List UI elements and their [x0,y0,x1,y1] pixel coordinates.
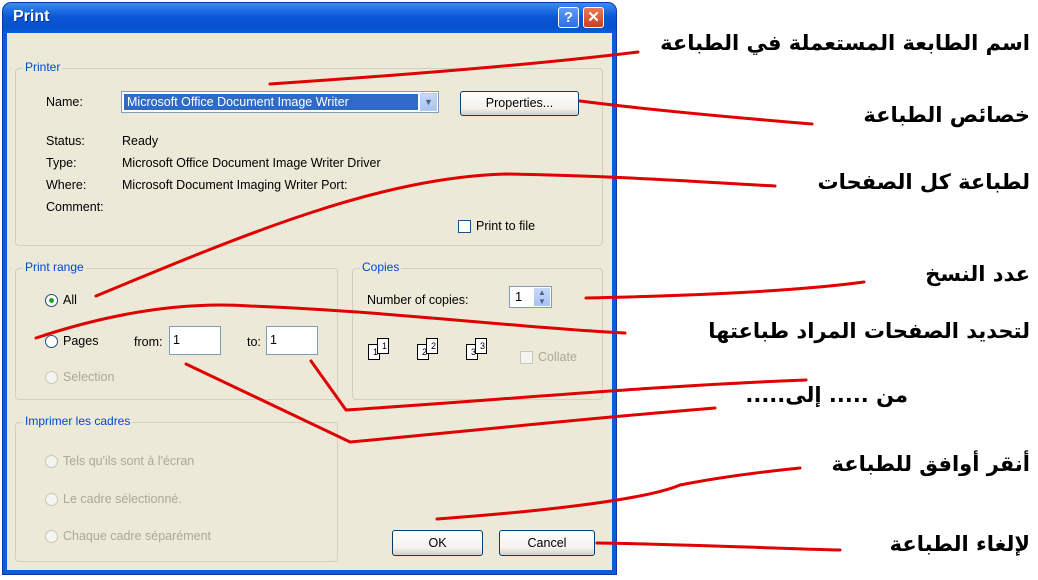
annotation-properties: خصائص الطباعة [863,103,1030,127]
line-ok [435,466,802,521]
annotation-cancel: لإلغاء الطباعة [889,532,1030,556]
line-pages [34,303,627,340]
annotation-ok: أنقر أوافق للطباعة [831,452,1030,476]
annotation-copies: عدد النسخ [925,262,1030,286]
line-cancel [595,541,842,552]
line-to [309,359,808,412]
annotation-lines [34,50,866,552]
annotation-from-to: من ..... إلى..... [745,383,908,407]
line-all [94,172,777,298]
line-properties [578,99,814,126]
line-copies [584,280,866,300]
line-printer-name [268,50,640,86]
annotation-pages: لتحديد الصفحات المراد طباعتها [708,319,1030,343]
annotation-print-all: لطباعة كل الصفحات [817,170,1030,194]
annotation-printer-name: اسم الطابعة المستعملة في الطباعة [660,31,1030,55]
